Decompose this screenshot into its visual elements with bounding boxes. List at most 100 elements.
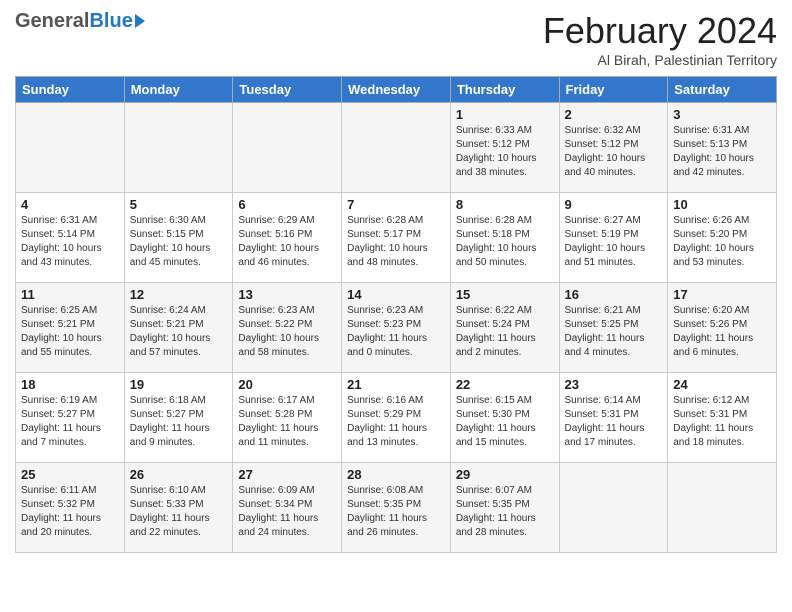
logo-arrow-icon <box>135 14 145 28</box>
day-info: Sunrise: 6:22 AM Sunset: 5:24 PM Dayligh… <box>456 304 554 360</box>
day-info: Sunrise: 6:09 AM Sunset: 5:34 PM Dayligh… <box>238 484 336 540</box>
col-header-wednesday: Wednesday <box>342 77 451 103</box>
day-info: Sunrise: 6:33 AM Sunset: 5:12 PM Dayligh… <box>456 124 554 180</box>
calendar-week-row: 18 Sunrise: 6:19 AM Sunset: 5:27 PM Dayli… <box>16 373 777 463</box>
calendar-cell: 6Sunrise: 6:29 AM Sunset: 5:16 PM Daylig… <box>233 193 342 283</box>
calendar-cell: 12 Sunrise: 6:24 AM Sunset: 5:21 PM Dayli… <box>124 283 233 373</box>
logo-general: General <box>15 10 89 33</box>
calendar-cell: 10 Sunrise: 6:26 AM Sunset: 5:20 PM Dayli… <box>668 193 777 283</box>
day-info: Sunrise: 6:30 AM Sunset: 5:15 PM Dayligh… <box>130 214 228 270</box>
day-number: 21 <box>347 377 445 392</box>
title-area: February 2024 Al Birah, Palestinian Terr… <box>543 10 777 68</box>
calendar-cell: 28 Sunrise: 6:08 AM Sunset: 5:35 PM Dayli… <box>342 463 451 553</box>
logo-blue: Blue <box>89 10 132 33</box>
day-number: 29 <box>456 467 554 482</box>
day-number: 10 <box>673 197 771 212</box>
day-info: Sunrise: 6:25 AM Sunset: 5:21 PM Dayligh… <box>21 304 119 360</box>
calendar-cell: 4 Sunrise: 6:31 AM Sunset: 5:14 PM Daylig… <box>16 193 125 283</box>
calendar-cell: 22 Sunrise: 6:15 AM Sunset: 5:30 PM Dayli… <box>450 373 559 463</box>
calendar-cell: 11 Sunrise: 6:25 AM Sunset: 5:21 PM Dayli… <box>16 283 125 373</box>
day-number: 15 <box>456 287 554 302</box>
calendar-cell: 5 Sunrise: 6:30 AM Sunset: 5:15 PM Daylig… <box>124 193 233 283</box>
day-number: 14 <box>347 287 445 302</box>
day-info: Sunrise: 6:14 AM Sunset: 5:31 PM Dayligh… <box>565 394 663 450</box>
day-number: 17 <box>673 287 771 302</box>
day-info: Sunrise: 6:31 AM Sunset: 5:13 PM Dayligh… <box>673 124 771 180</box>
day-number: 28 <box>347 467 445 482</box>
day-info: Sunrise: 6:19 AM Sunset: 5:27 PM Dayligh… <box>21 394 119 450</box>
calendar-cell: 27 Sunrise: 6:09 AM Sunset: 5:34 PM Dayli… <box>233 463 342 553</box>
day-number: 19 <box>130 377 228 392</box>
calendar-week-row: 25Sunrise: 6:11 AM Sunset: 5:32 PM Dayli… <box>16 463 777 553</box>
calendar-cell: 29 Sunrise: 6:07 AM Sunset: 5:35 PM Dayli… <box>450 463 559 553</box>
day-number: 6 <box>238 197 336 212</box>
calendar-cell <box>16 103 125 193</box>
calendar-cell: 8Sunrise: 6:28 AM Sunset: 5:18 PM Daylig… <box>450 193 559 283</box>
day-info: Sunrise: 6:26 AM Sunset: 5:20 PM Dayligh… <box>673 214 771 270</box>
logo: General Blue <box>15 10 145 33</box>
calendar-cell: 24 Sunrise: 6:12 AM Sunset: 5:31 PM Dayli… <box>668 373 777 463</box>
day-info: Sunrise: 6:24 AM Sunset: 5:21 PM Dayligh… <box>130 304 228 360</box>
calendar-cell: 26Sunrise: 6:10 AM Sunset: 5:33 PM Dayli… <box>124 463 233 553</box>
day-info: Sunrise: 6:20 AM Sunset: 5:26 PM Dayligh… <box>673 304 771 360</box>
day-number: 5 <box>130 197 228 212</box>
day-info: Sunrise: 6:27 AM Sunset: 5:19 PM Dayligh… <box>565 214 663 270</box>
day-number: 23 <box>565 377 663 392</box>
calendar-cell: 13 Sunrise: 6:23 AM Sunset: 5:22 PM Dayli… <box>233 283 342 373</box>
calendar-cell <box>668 463 777 553</box>
calendar-header-row: SundayMondayTuesdayWednesdayThursdayFrid… <box>16 77 777 103</box>
day-number: 2 <box>565 107 663 122</box>
calendar-cell: 14Sunrise: 6:23 AM Sunset: 5:23 PM Dayli… <box>342 283 451 373</box>
calendar-cell: 19 Sunrise: 6:18 AM Sunset: 5:27 PM Dayli… <box>124 373 233 463</box>
day-info: Sunrise: 6:15 AM Sunset: 5:30 PM Dayligh… <box>456 394 554 450</box>
calendar-cell: 9Sunrise: 6:27 AM Sunset: 5:19 PM Daylig… <box>559 193 668 283</box>
day-number: 12 <box>130 287 228 302</box>
calendar-cell <box>124 103 233 193</box>
day-info: Sunrise: 6:21 AM Sunset: 5:25 PM Dayligh… <box>565 304 663 360</box>
day-number: 22 <box>456 377 554 392</box>
col-header-monday: Monday <box>124 77 233 103</box>
col-header-friday: Friday <box>559 77 668 103</box>
day-info: Sunrise: 6:28 AM Sunset: 5:18 PM Dayligh… <box>456 214 554 270</box>
day-number: 26 <box>130 467 228 482</box>
day-number: 4 <box>21 197 119 212</box>
day-number: 11 <box>21 287 119 302</box>
calendar-cell <box>342 103 451 193</box>
calendar-cell: 21Sunrise: 6:16 AM Sunset: 5:29 PM Dayli… <box>342 373 451 463</box>
day-number: 20 <box>238 377 336 392</box>
month-title: February 2024 <box>543 10 777 52</box>
day-info: Sunrise: 6:11 AM Sunset: 5:32 PM Dayligh… <box>21 484 119 540</box>
calendar-cell: 25Sunrise: 6:11 AM Sunset: 5:32 PM Dayli… <box>16 463 125 553</box>
day-number: 18 <box>21 377 119 392</box>
day-info: Sunrise: 6:12 AM Sunset: 5:31 PM Dayligh… <box>673 394 771 450</box>
day-number: 3 <box>673 107 771 122</box>
day-info: Sunrise: 6:31 AM Sunset: 5:14 PM Dayligh… <box>21 214 119 270</box>
calendar-cell: 1 Sunrise: 6:33 AM Sunset: 5:12 PM Daylig… <box>450 103 559 193</box>
day-number: 1 <box>456 107 554 122</box>
day-info: Sunrise: 6:17 AM Sunset: 5:28 PM Dayligh… <box>238 394 336 450</box>
day-number: 24 <box>673 377 771 392</box>
calendar-cell: 20 Sunrise: 6:17 AM Sunset: 5:28 PM Dayli… <box>233 373 342 463</box>
calendar-table: SundayMondayTuesdayWednesdayThursdayFrid… <box>15 76 777 553</box>
calendar-cell: 17 Sunrise: 6:20 AM Sunset: 5:26 PM Dayli… <box>668 283 777 373</box>
location-title: Al Birah, Palestinian Territory <box>543 52 777 68</box>
calendar-cell <box>559 463 668 553</box>
calendar-cell: 2 Sunrise: 6:32 AM Sunset: 5:12 PM Daylig… <box>559 103 668 193</box>
day-info: Sunrise: 6:23 AM Sunset: 5:22 PM Dayligh… <box>238 304 336 360</box>
calendar-week-row: 4 Sunrise: 6:31 AM Sunset: 5:14 PM Daylig… <box>16 193 777 283</box>
day-info: Sunrise: 6:32 AM Sunset: 5:12 PM Dayligh… <box>565 124 663 180</box>
day-number: 27 <box>238 467 336 482</box>
calendar-week-row: 11 Sunrise: 6:25 AM Sunset: 5:21 PM Dayli… <box>16 283 777 373</box>
calendar-cell: 16 Sunrise: 6:21 AM Sunset: 5:25 PM Dayli… <box>559 283 668 373</box>
header: General Blue February 2024 Al Birah, Pal… <box>15 10 777 68</box>
day-number: 13 <box>238 287 336 302</box>
day-info: Sunrise: 6:07 AM Sunset: 5:35 PM Dayligh… <box>456 484 554 540</box>
calendar-cell <box>233 103 342 193</box>
day-number: 16 <box>565 287 663 302</box>
calendar-cell: 18 Sunrise: 6:19 AM Sunset: 5:27 PM Dayli… <box>16 373 125 463</box>
calendar-cell: 7Sunrise: 6:28 AM Sunset: 5:17 PM Daylig… <box>342 193 451 283</box>
day-info: Sunrise: 6:08 AM Sunset: 5:35 PM Dayligh… <box>347 484 445 540</box>
day-info: Sunrise: 6:18 AM Sunset: 5:27 PM Dayligh… <box>130 394 228 450</box>
calendar-cell: 3 Sunrise: 6:31 AM Sunset: 5:13 PM Daylig… <box>668 103 777 193</box>
calendar-week-row: 1 Sunrise: 6:33 AM Sunset: 5:12 PM Daylig… <box>16 103 777 193</box>
